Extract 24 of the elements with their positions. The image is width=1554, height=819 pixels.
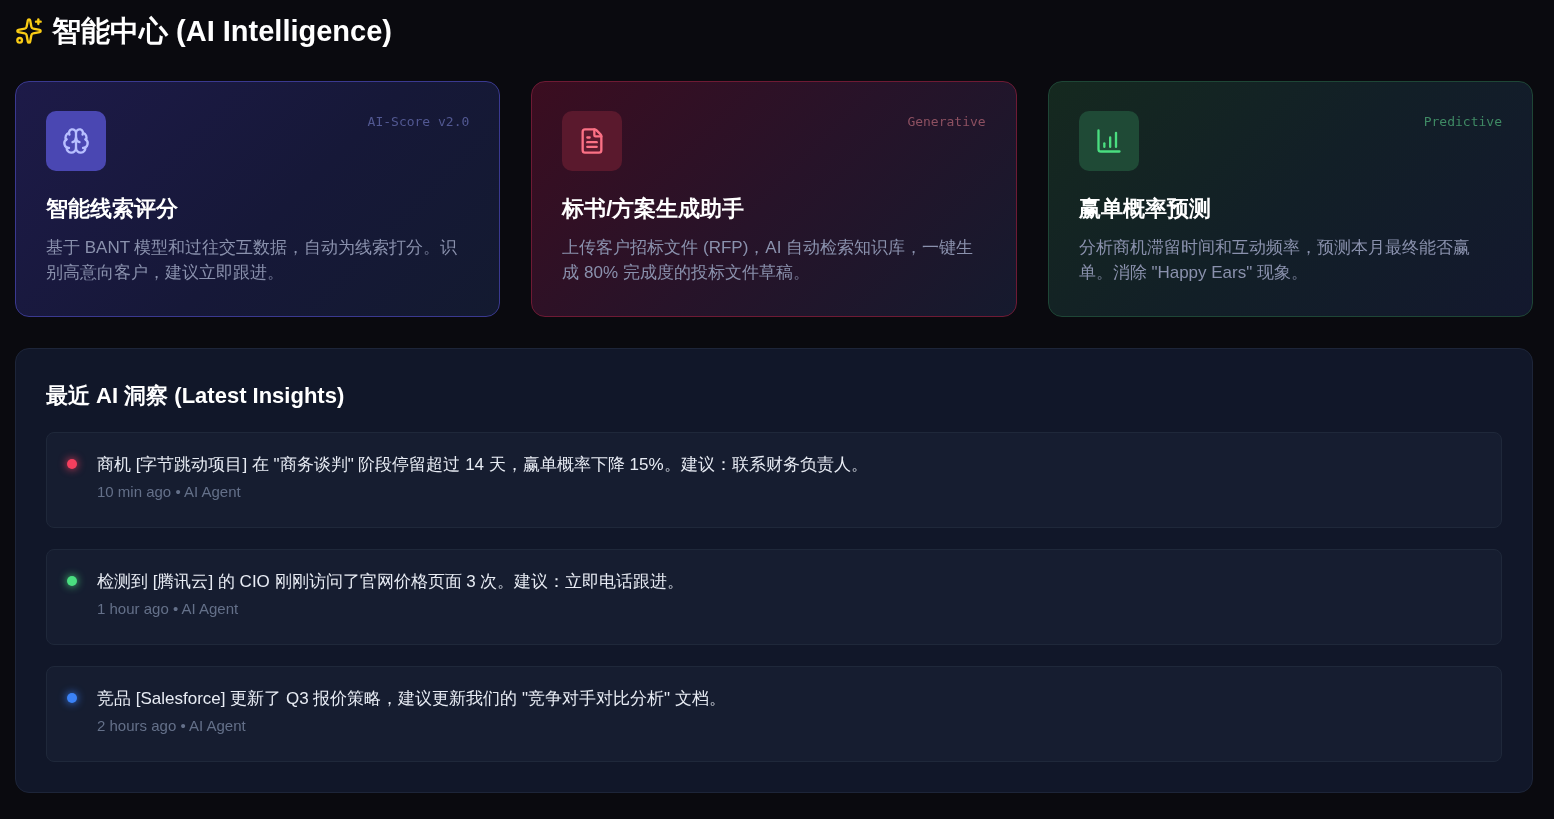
feature-card[interactable]: AI-Score v2.0 智能线索评分 基于 BANT 模型和过往交互数据，自动为线索打分。识别高意向客户，建议立即跟进。 — [15, 81, 501, 317]
feature-card[interactable]: Predictive 赢单概率预测 分析商机滞留时间和互动频率，预测本月最终能否赢单。消除 "Happy Ears" 现象。 — [1047, 81, 1533, 317]
sparkle-icon — [15, 17, 43, 45]
category-label: AI-Score v2.0 — [367, 114, 470, 129]
category-label: Predictive — [1423, 114, 1502, 129]
section-title: 最近 AI 洞察 (Latest Insights) — [46, 382, 346, 410]
category-label: Generative — [907, 114, 986, 129]
insight-text: 竞品 [Salesforce] 更新了 Q3 报价策略，建议更新我们的 "竞争对手对比分析" 文档。 — [97, 688, 726, 710]
card-description: 上传客户招标文件 (RFP)，AI 自动检索知识库，一键生成 80% 完成度的投标文件草稿。 — [562, 237, 975, 284]
insight-meta: 1 hour ago • AI Agent — [97, 599, 240, 619]
bar-chart-icon — [1078, 111, 1139, 171]
card-description: 分析商机滞留时间和互动频率，预测本月最终能否赢单。消除 "Happy Ears" 现象。 — [1078, 237, 1471, 284]
insight-meta: 10 min ago • AI Agent — [97, 482, 242, 502]
brain-icon — [46, 111, 106, 171]
card-title: 智能线索评分 — [46, 195, 179, 223]
feature-card[interactable]: Generative 标书/方案生成助手 上传客户招标文件 (RFP)，AI 自动检索知识库，一键生成 80% 完成度的投标文件草稿。 — [531, 81, 1017, 317]
insight-text: 检测到 [腾讯云] 的 CIO 刚刚访问了官网价格页面 3 次。建议：立即电话跟进。 — [97, 571, 685, 593]
insight-text: 商机 [字节跳动项目] 在 "商务谈判" 阶段停留超过 14 天，赢单概率下降 15%。建议：联系财务负责人。 — [97, 454, 868, 476]
insight-meta: 2 hours ago • AI Agent — [97, 716, 247, 736]
card-title: 赢单概率预测 — [1078, 195, 1212, 223]
card-description: 基于 BANT 模型和过往交互数据，自动为线索打分。识别高意向客户，建议立即跟进。 — [46, 237, 459, 284]
page-title: 智能中心 (AI Intelligence) — [52, 14, 392, 49]
card-title: 标书/方案生成助手 — [562, 195, 746, 223]
document-icon — [562, 111, 623, 171]
